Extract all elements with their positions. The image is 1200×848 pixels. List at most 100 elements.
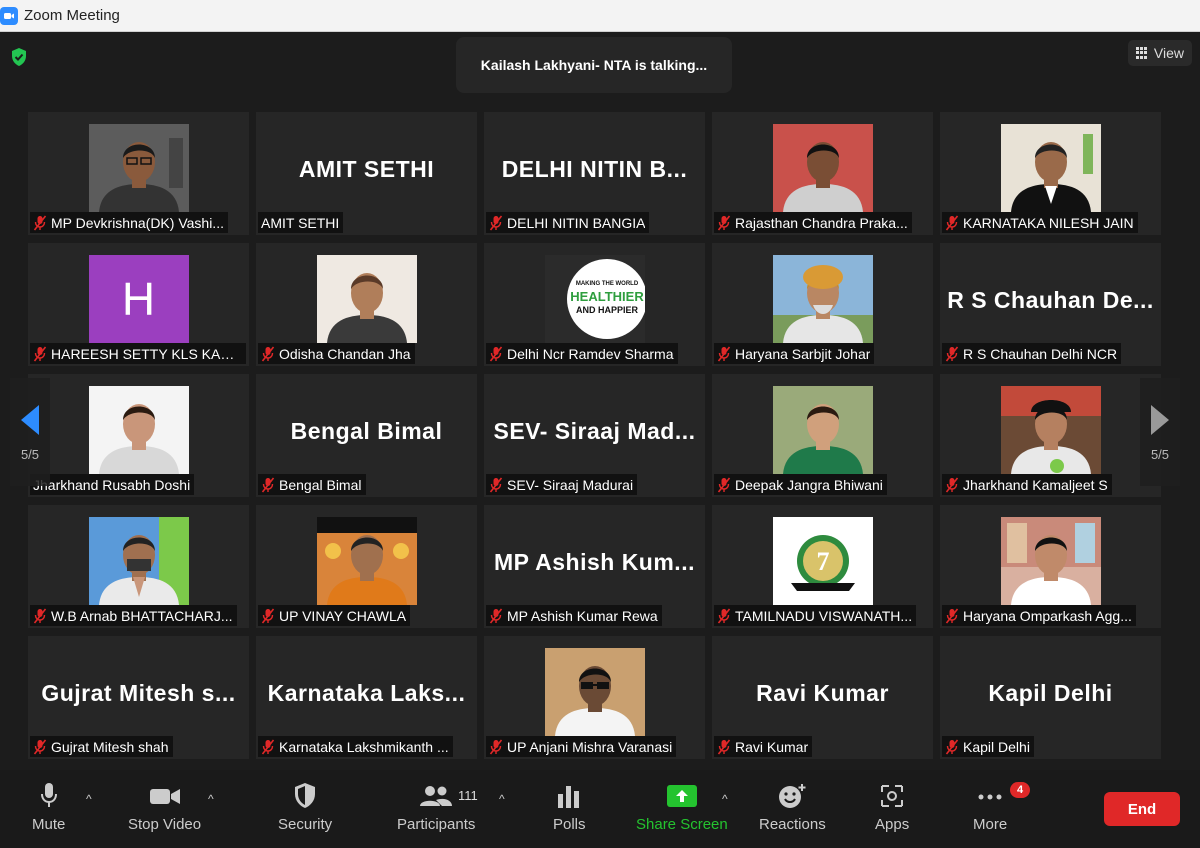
participant-name: Haryana Omparkash Agg... xyxy=(963,607,1132,624)
participant-tile[interactable]: W.B Arnab BHATTACHARJ... xyxy=(28,505,249,628)
participant-video xyxy=(88,386,189,474)
participant-name: Kapil Delhi xyxy=(963,738,1030,755)
zoom-logo-icon xyxy=(0,6,18,25)
muted-microphone-icon xyxy=(489,346,503,361)
participant-tile[interactable]: Haryana Omparkash Agg... xyxy=(940,505,1161,628)
apps-button[interactable]: Apps xyxy=(875,782,909,833)
encryption-shield-icon[interactable] xyxy=(10,47,28,67)
participant-video xyxy=(544,648,645,736)
svg-text:HEALTHIER: HEALTHIER xyxy=(570,289,644,304)
participant-name-label: W.B Arnab BHATTACHARJ... xyxy=(30,605,237,626)
participant-tile[interactable]: MP Ashish Kum... MP Ashish Kumar Rewa xyxy=(484,505,705,628)
participant-display-name: Gujrat Mitesh s... xyxy=(41,680,236,706)
muted-microphone-icon xyxy=(261,477,275,492)
participant-display-name: Karnataka Laks... xyxy=(267,680,466,706)
participant-tile[interactable]: Jharkhand Kamaljeet S xyxy=(940,374,1161,497)
participant-tile[interactable]: Bengal Bimal Bengal Bimal xyxy=(256,374,477,497)
participant-tile[interactable]: Deepak Jangra Bhiwani xyxy=(712,374,933,497)
muted-microphone-icon xyxy=(717,215,731,230)
participants-icon xyxy=(420,786,453,806)
participant-name: UP Anjani Mishra Varanasi xyxy=(507,738,673,755)
more-button[interactable]: More xyxy=(973,782,1007,833)
participant-video xyxy=(1000,124,1101,212)
video-camera-icon xyxy=(149,789,180,804)
mute-button[interactable]: Mute xyxy=(32,782,65,833)
participant-tile[interactable]: Odisha Chandan Jha xyxy=(256,243,477,366)
active-speaker-banner: Kailash Lakhyani- NTA is talking... xyxy=(456,37,732,93)
participant-name: Bengal Bimal xyxy=(279,476,362,493)
share-options-caret-icon[interactable]: ^ xyxy=(722,792,728,806)
participant-tile[interactable]: Rajasthan Chandra Praka... xyxy=(712,112,933,235)
reactions-button[interactable]: Reactions xyxy=(759,782,826,833)
security-shield-icon xyxy=(295,783,316,808)
participant-tile[interactable]: Karnataka Laks... Karnataka Lakshmikanth … xyxy=(256,636,477,759)
participant-name: Ravi Kumar xyxy=(735,738,809,755)
polls-button[interactable]: Polls xyxy=(553,782,586,833)
participant-tile[interactable]: KARNATAKA NILESH JAIN xyxy=(940,112,1161,235)
video-options-caret-icon[interactable]: ^ xyxy=(208,792,214,806)
participant-tile[interactable]: DELHI NITIN B... DELHI NITIN BANGIA xyxy=(484,112,705,235)
mute-label: Mute xyxy=(32,816,66,833)
participant-tile[interactable]: Kapil Delhi Kapil Delhi xyxy=(940,636,1161,759)
muted-microphone-icon xyxy=(945,739,959,754)
apps-icon xyxy=(881,785,904,807)
participant-name-label: Kapil Delhi xyxy=(942,736,1034,757)
participant-video xyxy=(772,124,873,212)
view-button-label: View xyxy=(1153,45,1184,61)
participant-tile[interactable]: 7 TAMILNADU VISWANATH... xyxy=(712,505,933,628)
participant-name: DELHI NITIN BANGIA xyxy=(507,214,646,231)
participant-video xyxy=(1000,517,1101,605)
participant-display-name: MP Ashish Kum... xyxy=(494,549,695,575)
muted-microphone-icon xyxy=(717,477,731,492)
participant-name: Gujrat Mitesh shah xyxy=(51,738,169,755)
participant-tile[interactable]: UP VINAY CHAWLA xyxy=(256,505,477,628)
share-screen-button[interactable]: Share Screen xyxy=(636,782,728,833)
participant-tile[interactable]: UP Anjani Mishra Varanasi xyxy=(484,636,705,759)
end-meeting-button[interactable]: End xyxy=(1104,792,1180,826)
participant-tile[interactable]: SEV- Siraaj Mad... SEV- Siraaj Madurai xyxy=(484,374,705,497)
participant-tile[interactable]: MAKING THE WORLD HEALTHIER AND HAPPIER Delh… xyxy=(484,243,705,366)
audio-options-caret-icon[interactable]: ^ xyxy=(86,792,92,806)
svg-text:MAKING THE WORLD: MAKING THE WORLD xyxy=(575,281,638,287)
previous-page-button[interactable]: 5/5 xyxy=(10,378,50,486)
participant-tile[interactable]: R S Chauhan De... R S Chauhan Delhi NCR xyxy=(940,243,1161,366)
participant-name: Rajasthan Chandra Praka... xyxy=(735,214,908,231)
muted-microphone-icon xyxy=(489,477,503,492)
apps-label: Apps xyxy=(875,816,910,833)
microphone-icon xyxy=(40,783,57,807)
participant-name: MP Devkrishna(DK) Vashi... xyxy=(51,214,224,231)
participant-name: Odisha Chandan Jha xyxy=(279,345,411,362)
muted-microphone-icon xyxy=(33,608,47,623)
participant-avatar: H xyxy=(88,255,189,343)
page-indicator-left: 5/5 xyxy=(20,446,40,462)
muted-microphone-icon xyxy=(717,346,731,361)
participants-options-caret-icon[interactable]: ^ xyxy=(499,792,505,806)
window-titlebar: Zoom Meeting xyxy=(0,0,1200,32)
participant-name-label: Haryana Omparkash Agg... xyxy=(942,605,1136,626)
participant-tile[interactable]: H HAREESH SETTY KLS KAR... xyxy=(28,243,249,366)
participant-name-label: UP VINAY CHAWLA xyxy=(258,605,411,626)
participant-name-label: AMIT SETHI xyxy=(258,212,344,233)
view-button[interactable]: View xyxy=(1127,40,1192,66)
participant-tile[interactable]: Haryana Sarbjit Johar xyxy=(712,243,933,366)
participant-name-label: Jharkhand Kamaljeet S xyxy=(942,474,1112,495)
muted-microphone-icon xyxy=(33,346,47,361)
participant-name-label: Delhi Ncr Ramdev Sharma xyxy=(486,343,678,364)
next-page-button[interactable]: 5/5 xyxy=(1140,378,1180,486)
security-button[interactable]: Security xyxy=(278,782,332,833)
polls-label: Polls xyxy=(553,816,586,833)
participant-tile[interactable]: MP Devkrishna(DK) Vashi... xyxy=(28,112,249,235)
participant-tile[interactable]: Jharkhand Rusabh Doshi xyxy=(28,374,249,497)
muted-microphone-icon xyxy=(945,346,959,361)
participant-name: UP VINAY CHAWLA xyxy=(279,607,407,624)
participant-tile[interactable]: AMIT SETHI AMIT SETHI xyxy=(256,112,477,235)
muted-microphone-icon xyxy=(261,608,275,623)
participant-tile[interactable]: Gujrat Mitesh s... Gujrat Mitesh shah xyxy=(28,636,249,759)
participant-name-label: Karnataka Lakshmikanth ... xyxy=(258,736,453,757)
participant-name-label: HAREESH SETTY KLS KAR... xyxy=(30,343,246,364)
stop-video-button[interactable]: Stop Video xyxy=(128,782,201,833)
security-label: Security xyxy=(278,816,333,833)
participant-tile[interactable]: Ravi Kumar Ravi Kumar xyxy=(712,636,933,759)
share-screen-label: Share Screen xyxy=(636,816,728,833)
participant-name-label: Deepak Jangra Bhiwani xyxy=(714,474,887,495)
